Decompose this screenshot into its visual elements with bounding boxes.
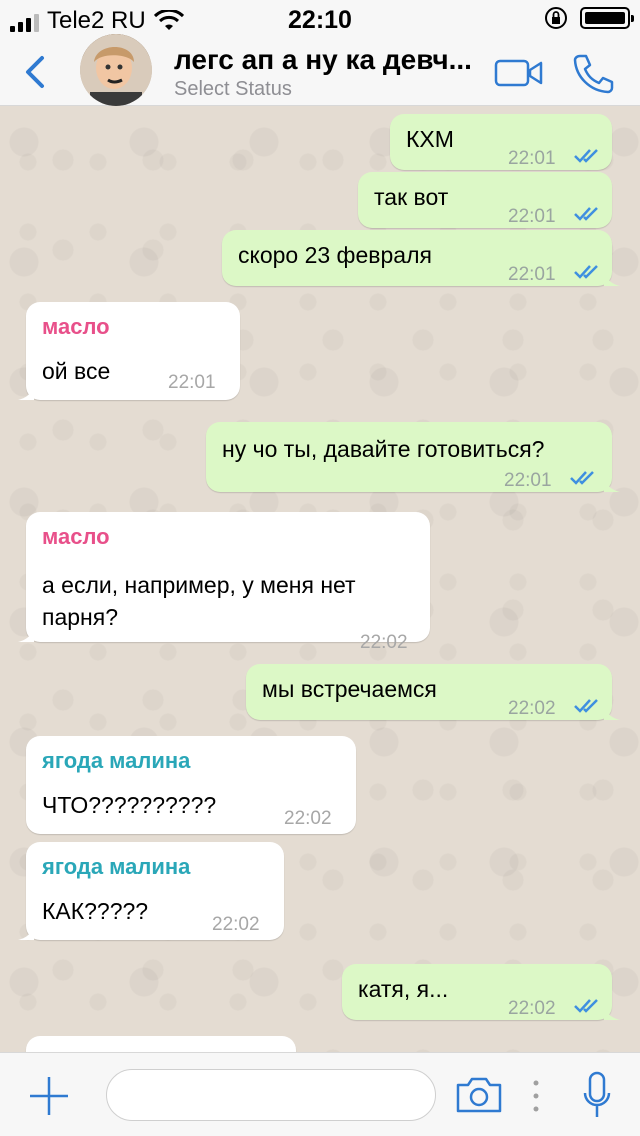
message-text: мы встречаемся — [262, 676, 437, 702]
read-ticks-icon — [574, 149, 598, 163]
message-time: 22:01 — [504, 470, 552, 491]
message-outgoing[interactable]: скоро 23 февраля 22:01 — [222, 230, 620, 286]
message-time: 22:01 — [508, 148, 556, 169]
message-text: ой все — [42, 358, 111, 384]
message-incoming[interactable]: ягода малина ЧТО?????????? 22:02 — [26, 736, 356, 834]
message-text: КАК????? — [42, 898, 149, 924]
read-ticks-icon — [574, 265, 598, 279]
chat-messages[interactable]: КХМ 22:01 так вот 22:01 скоро 23 февраля… — [0, 106, 640, 1052]
bubble-tail — [604, 476, 620, 492]
plus-icon[interactable] — [28, 1075, 70, 1117]
bubble-tail — [18, 626, 34, 642]
bubble-tail — [604, 704, 620, 720]
orientation-lock-icon — [545, 7, 567, 29]
message-sender: ягода малина — [42, 854, 191, 879]
message-time: 22:02 — [284, 808, 332, 829]
read-ticks-icon — [570, 471, 594, 485]
message-outgoing[interactable]: КХМ 22:01 — [390, 114, 612, 170]
message-sender: ягода малина — [42, 748, 191, 773]
status-bar: Tele2 RU 22:10 — [0, 0, 640, 40]
message-text: а если, например, у меня нет — [42, 572, 356, 598]
message-incoming[interactable]: ягода малина КАК????? 22:02 — [18, 842, 284, 940]
chevron-left-icon[interactable] — [22, 54, 52, 90]
message-input[interactable] — [106, 1069, 436, 1121]
message-outgoing[interactable]: ну чо ты, давайте готовиться? 22:01 — [206, 422, 620, 492]
read-ticks-icon — [574, 699, 598, 713]
message-time: 22:01 — [508, 264, 556, 285]
message-text: катя, я... — [358, 976, 449, 1002]
message-text: так вот — [374, 184, 449, 210]
message-time: 22:02 — [212, 914, 260, 935]
message-incoming[interactable]: масло а если, например, у меня нет парня… — [18, 512, 430, 653]
message-text: ну чо ты, давайте готовиться? — [222, 436, 545, 462]
message-sender: масло — [42, 524, 110, 549]
camera-icon[interactable] — [454, 1075, 504, 1115]
message-text: скоро 23 февраля — [238, 242, 432, 268]
chat-header: легс ап а ну ка девч... Select Status — [0, 34, 640, 106]
input-bar — [0, 1052, 640, 1136]
phone-icon[interactable] — [570, 52, 616, 94]
message-outgoing[interactable]: так вот 22:01 — [358, 172, 612, 228]
message-text: КХМ — [406, 126, 454, 152]
message-incoming[interactable]: масло ой все 22:01 — [18, 302, 240, 400]
message-outgoing[interactable]: катя, я... 22:02 — [342, 964, 620, 1020]
microphone-icon[interactable] — [582, 1071, 612, 1119]
bubble-tail — [18, 924, 34, 940]
status-right — [544, 6, 634, 30]
avatar[interactable] — [80, 34, 152, 106]
message-text: парня? — [42, 604, 118, 630]
bubble-tail — [604, 1004, 620, 1020]
message-text: ЧТО?????????? — [42, 792, 217, 818]
more-dots-icon[interactable] — [532, 1079, 540, 1113]
message-time: 22:01 — [168, 372, 216, 393]
video-call-icon[interactable] — [494, 58, 544, 88]
message-time: 22:02 — [508, 998, 556, 1019]
bubble-tail — [18, 384, 34, 400]
chat-title[interactable]: легс ап а ну ка девч... — [174, 44, 484, 76]
read-ticks-icon — [574, 207, 598, 221]
message-incoming-partial[interactable] — [26, 1036, 296, 1052]
battery-icon — [580, 7, 634, 29]
message-time: 22:02 — [508, 698, 556, 719]
message-time: 22:01 — [508, 206, 556, 227]
read-ticks-icon — [574, 999, 598, 1013]
message-sender: масло — [42, 314, 110, 339]
message-outgoing[interactable]: мы встречаемся 22:02 — [246, 664, 620, 720]
bubble-tail — [604, 270, 620, 286]
chat-status: Select Status — [174, 78, 292, 100]
message-time: 22:02 — [360, 632, 408, 653]
